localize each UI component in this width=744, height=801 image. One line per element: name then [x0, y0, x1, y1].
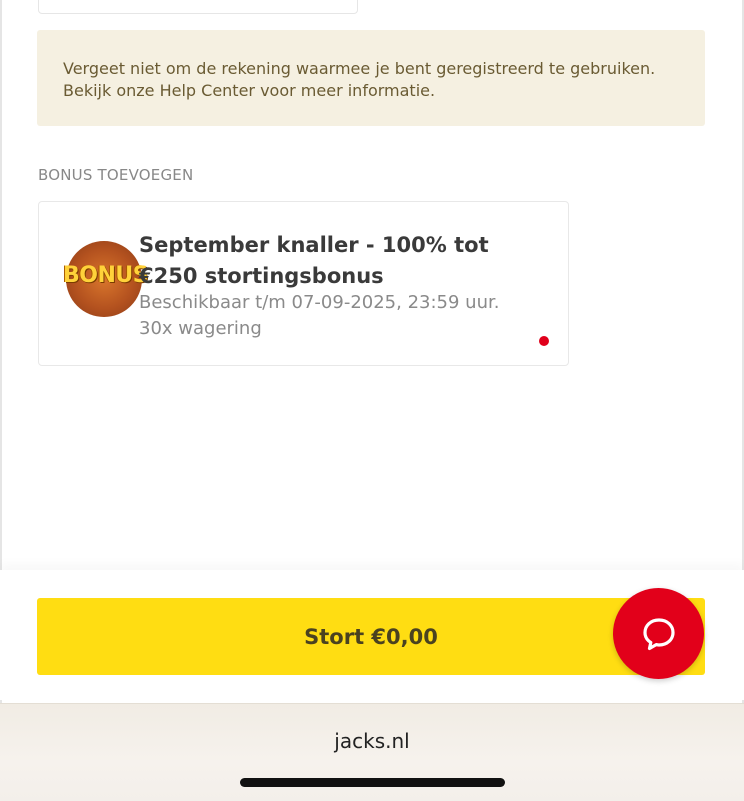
- deposit-button[interactable]: Stort €0,00: [37, 598, 705, 675]
- bonus-title: September knaller - 100% tot €250 storti…: [139, 233, 489, 288]
- status-dot: [539, 336, 549, 346]
- bonus-badge-text: BONUS: [63, 263, 149, 288]
- chat-button[interactable]: [613, 588, 704, 679]
- bonus-section-label: BONUS TOEVOEGEN: [38, 166, 194, 184]
- info-line-1: Vergeet niet om de rekening waarmee je b…: [63, 59, 656, 78]
- bonus-details: Beschikbaar t/m 07-09-2025, 23:59 uur. 3…: [139, 290, 499, 342]
- chat-bubble-icon: [642, 617, 675, 650]
- bonus-card[interactable]: BONUS September knaller - 100% tot €250 …: [38, 201, 569, 366]
- browser-address-bar: jacks.nl: [0, 703, 744, 801]
- bonus-availability: Beschikbaar t/m 07-09-2025, 23:59 uur.: [139, 292, 500, 313]
- bonus-badge-image: BONUS: [63, 241, 149, 317]
- url-label[interactable]: jacks.nl: [0, 729, 744, 753]
- account-field[interactable]: [38, 0, 358, 14]
- info-line-2: Bekijk onze Help Center voor meer inform…: [63, 81, 436, 100]
- info-notice: Vergeet niet om de rekening waarmee je b…: [37, 30, 705, 126]
- home-indicator[interactable]: [240, 778, 505, 787]
- bonus-wagering: 30x wagering: [139, 318, 262, 339]
